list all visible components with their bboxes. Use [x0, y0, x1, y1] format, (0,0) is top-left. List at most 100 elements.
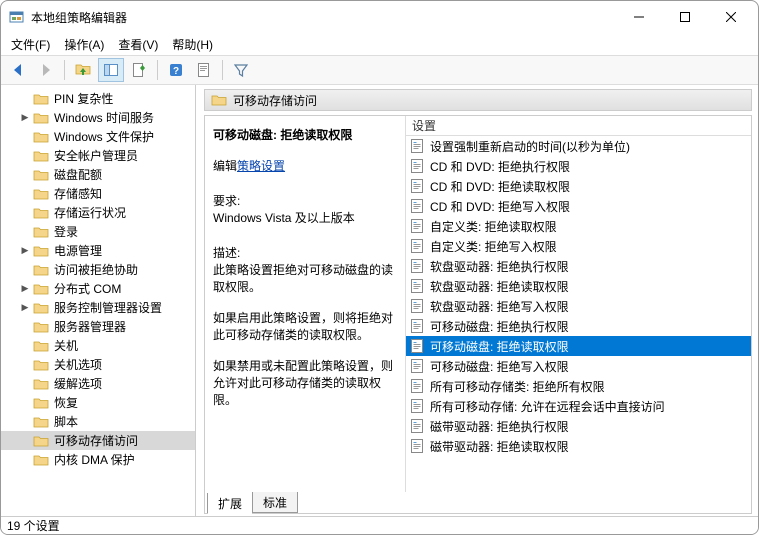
help-button[interactable]: ?	[163, 58, 189, 82]
tree-item[interactable]: ▶ 电源管理	[1, 241, 195, 260]
tree-item[interactable]: ▶ Windows 时间服务	[1, 108, 195, 127]
setting-label: 软盘驱动器: 拒绝写入权限	[430, 298, 569, 315]
setting-icon	[410, 398, 426, 414]
content-header: 可移动存储访问	[204, 89, 752, 111]
tree-item[interactable]: ▶服务控制管理器设置	[1, 298, 195, 317]
setting-row[interactable]: 磁带驱动器: 拒绝执行权限	[406, 416, 751, 436]
setting-row[interactable]: 所有可移动存储类: 拒绝所有权限	[406, 376, 751, 396]
edit-policy-link[interactable]: 策略设置	[237, 159, 285, 173]
setting-icon	[410, 378, 426, 394]
expander-icon[interactable]: ▶	[19, 302, 31, 314]
setting-icon	[410, 318, 426, 334]
folder-icon	[33, 263, 49, 277]
tree-item-label: 访问被拒绝协助	[54, 261, 138, 278]
setting-row[interactable]: CD 和 DVD: 拒绝执行权限	[406, 156, 751, 176]
setting-icon	[410, 218, 426, 234]
toolbar: ?	[1, 55, 758, 85]
tree-item[interactable]: 关机选项	[1, 355, 195, 374]
setting-list-column: 设置 设置强制重新启动的时间(以秒为单位)CD 和 DVD: 拒绝执行权限CD …	[405, 116, 751, 492]
setting-row[interactable]: 自定义类: 拒绝读取权限	[406, 216, 751, 236]
detail-column: 可移动磁盘: 拒绝读取权限 编辑策略设置 要求: Windows Vista 及…	[205, 116, 405, 492]
tree-item[interactable]: Windows 文件保护	[1, 127, 195, 146]
setting-list-header[interactable]: 设置	[405, 116, 751, 136]
expander-icon[interactable]: ▶	[19, 245, 31, 257]
menu-action[interactable]: 操作(A)	[64, 36, 104, 53]
edit-prefix: 编辑	[213, 159, 237, 173]
minimize-button[interactable]	[616, 2, 662, 32]
expander-icon[interactable]: ▶	[19, 283, 31, 295]
setting-row[interactable]: 设置强制重新启动的时间(以秒为单位)	[406, 136, 751, 156]
setting-row[interactable]: CD 和 DVD: 拒绝写入权限	[406, 196, 751, 216]
tab-extended[interactable]: 扩展	[207, 493, 253, 514]
setting-label: 可移动磁盘: 拒绝读取权限	[430, 338, 569, 355]
content-header-title: 可移动存储访问	[233, 92, 317, 109]
setting-label: 设置强制重新启动的时间(以秒为单位)	[430, 138, 630, 155]
show-tree-button[interactable]	[98, 58, 124, 82]
tree-item[interactable]: 恢复	[1, 393, 195, 412]
tree-item-label: 缓解选项	[54, 375, 102, 392]
tree-item-label: 存储运行状况	[54, 204, 126, 221]
setting-icon	[410, 138, 426, 154]
maximize-button[interactable]	[662, 2, 708, 32]
setting-row[interactable]: 软盘驱动器: 拒绝写入权限	[406, 296, 751, 316]
tree-item[interactable]: 访问被拒绝协助	[1, 260, 195, 279]
setting-row[interactable]: 所有可移动存储: 允许在远程会话中直接访问	[406, 396, 751, 416]
setting-row[interactable]: 软盘驱动器: 拒绝执行权限	[406, 256, 751, 276]
tree-item[interactable]: ▶分布式 COM	[1, 279, 195, 298]
close-button[interactable]	[708, 2, 754, 32]
setting-list[interactable]: 设置强制重新启动的时间(以秒为单位)CD 和 DVD: 拒绝执行权限CD 和 D…	[405, 136, 751, 492]
tree-item[interactable]: PIN 复杂性	[1, 89, 195, 108]
tree-item[interactable]: 服务器管理器	[1, 317, 195, 336]
setting-label: 软盘驱动器: 拒绝读取权限	[430, 278, 569, 295]
menu-file[interactable]: 文件(F)	[11, 36, 50, 53]
tree-item[interactable]: 内核 DMA 保护	[1, 450, 195, 469]
tree-item[interactable]: 存储感知	[1, 184, 195, 203]
setting-row[interactable]: 可移动磁盘: 拒绝写入权限	[406, 356, 751, 376]
menu-help[interactable]: 帮助(H)	[172, 36, 213, 53]
folder-icon	[33, 92, 49, 106]
setting-row[interactable]: CD 和 DVD: 拒绝读取权限	[406, 176, 751, 196]
folder-icon	[33, 434, 49, 448]
requirements-text: Windows Vista 及以上版本	[213, 209, 397, 226]
setting-row[interactable]: 软盘驱动器: 拒绝读取权限	[406, 276, 751, 296]
tree-item[interactable]: 脚本	[1, 412, 195, 431]
forward-button[interactable]	[33, 58, 59, 82]
setting-row[interactable]: 可移动磁盘: 拒绝执行权限	[406, 316, 751, 336]
up-button[interactable]	[70, 58, 96, 82]
setting-label: 自定义类: 拒绝读取权限	[430, 218, 557, 235]
tree-item-label: Windows 文件保护	[54, 128, 154, 145]
setting-row[interactable]: 自定义类: 拒绝写入权限	[406, 236, 751, 256]
description-p1: 此策略设置拒绝对可移动磁盘的读取权限。	[213, 261, 397, 295]
tree-item[interactable]: 安全帐户管理员	[1, 146, 195, 165]
tree-item[interactable]: 关机	[1, 336, 195, 355]
export-button[interactable]	[126, 58, 152, 82]
tree-item-label: 登录	[54, 223, 78, 240]
tree-item[interactable]: 可移动存储访问	[1, 431, 195, 450]
toolbar-sep	[222, 60, 223, 80]
tab-standard[interactable]: 标准	[252, 492, 298, 513]
setting-label: 所有可移动存储类: 拒绝所有权限	[430, 378, 605, 395]
setting-icon	[410, 278, 426, 294]
tree-item[interactable]: 磁盘配额	[1, 165, 195, 184]
status-text: 19 个设置	[7, 517, 60, 534]
properties-button[interactable]	[191, 58, 217, 82]
menu-view[interactable]: 查看(V)	[118, 36, 158, 53]
setting-row[interactable]: 可移动磁盘: 拒绝读取权限	[406, 336, 751, 356]
svg-text:?: ?	[173, 66, 179, 77]
filter-button[interactable]	[228, 58, 254, 82]
setting-icon	[410, 358, 426, 374]
tree-pane[interactable]: PIN 复杂性 ▶ Windows 时间服务 Windows 文件保护安全帐户管理员磁…	[1, 85, 196, 516]
tree-item[interactable]: 缓解选项	[1, 374, 195, 393]
expander-icon[interactable]: ▶	[19, 112, 31, 124]
tree-item-label: 电源管理	[54, 242, 102, 259]
tree-item-label: 脚本	[54, 413, 78, 430]
setting-label: 自定义类: 拒绝写入权限	[430, 238, 557, 255]
setting-row[interactable]: 磁带驱动器: 拒绝读取权限	[406, 436, 751, 456]
setting-icon	[410, 298, 426, 314]
tree-item-label: Windows 时间服务	[54, 109, 154, 126]
tree-item[interactable]: 存储运行状况	[1, 203, 195, 222]
folder-icon	[33, 225, 49, 239]
tree-item[interactable]: 登录	[1, 222, 195, 241]
back-button[interactable]	[5, 58, 31, 82]
setting-label: CD 和 DVD: 拒绝写入权限	[430, 198, 570, 215]
